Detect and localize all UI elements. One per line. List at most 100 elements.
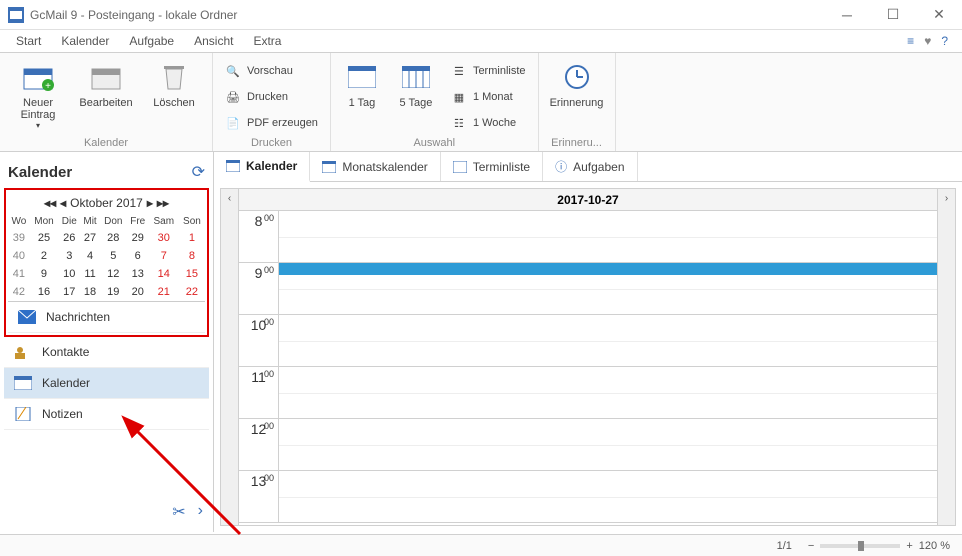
contacts-icon [14,345,32,359]
cal-day[interactable]: 25 [30,229,59,247]
cal-day[interactable]: 28 [100,229,127,247]
cal-day[interactable]: 8 [179,247,205,265]
svg-text:+: + [45,81,51,91]
mail-icon [18,310,36,324]
1day-button[interactable]: 1 Tag [337,57,387,133]
collapse-left-button[interactable]: ‹ [221,189,239,525]
title-bar: GcMail 9 - Posteingang - lokale Ordner ─… [0,0,962,30]
delete-button[interactable]: Löschen [142,57,206,133]
menu-ansicht[interactable]: Ansicht [186,32,241,50]
schedule-date-header: 2017-10-27 [239,189,937,211]
cal-day[interactable]: 17 [58,283,80,301]
hour-label: 800 [239,211,279,262]
cal-day[interactable]: 1 [179,229,205,247]
menu-extra[interactable]: Extra [245,32,289,50]
cal-day[interactable]: 42 [8,283,30,301]
cal-day[interactable]: 27 [80,229,100,247]
calendar-icon [14,376,32,390]
print-button[interactable]: 🖨Drucken [219,85,324,109]
month-label: Oktober 2017 [70,196,143,210]
maximize-button[interactable]: ☐ [870,0,916,30]
next-year-icon[interactable]: ▸▸ [157,196,169,210]
pdf-button[interactable]: 📄PDF erzeugen [219,111,324,135]
cal-day[interactable]: 13 [127,265,149,283]
schedule-view: ‹ 2017-10-27 8009001000110012001300 › [220,188,956,526]
menu-settings-icon[interactable]: ≡ [907,34,914,48]
cal-day[interactable]: 39 [8,229,30,247]
cal-day[interactable]: 29 [127,229,149,247]
new-entry-button[interactable]: + Neuer Eintrag ▾ [6,57,70,133]
tab-monatskalender[interactable]: Monatskalender [310,152,440,181]
annotation-box: ◂◂ ◂ Oktober 2017 ▸ ▸▸ WoMonDieMitDonFre… [4,188,209,337]
nav-kontakte[interactable]: Kontakte [4,337,209,368]
menu-aufgabe[interactable]: Aufgabe [121,32,182,50]
next-month-icon[interactable]: ▸ [147,196,153,210]
tab-kalender[interactable]: Kalender [214,152,310,182]
hour-label: 1300 [239,471,279,522]
minimize-button[interactable]: ─ [824,0,870,30]
cal-day[interactable]: 22 [179,283,205,301]
time-grid[interactable]: 8009001000110012001300 [239,211,937,525]
tab-row: Kalender Monatskalender Terminliste ⓘAuf… [214,152,962,182]
refresh-icon[interactable]: ⟳ [192,162,205,182]
1monat-button[interactable]: ▦1 Monat [445,85,532,109]
reminder-button[interactable]: Erinnerung [545,57,609,133]
hour-label: 1200 [239,419,279,470]
status-bar: 1/1 −+ 120 % [0,534,962,556]
menu-heart-icon[interactable]: ♥ [924,34,931,48]
cal-day[interactable]: 4 [80,247,100,265]
nav-kalender[interactable]: Kalender [4,368,209,399]
notes-icon [14,407,32,421]
appointment-block[interactable] [279,263,937,275]
cal-day[interactable]: 12 [100,265,127,283]
zoom-control[interactable]: −+ 120 % [808,540,950,552]
1woche-button[interactable]: ☷1 Woche [445,111,532,135]
cal-day[interactable]: 40 [8,247,30,265]
hour-label: 1000 [239,315,279,366]
mini-calendar[interactable]: ◂◂ ◂ Oktober 2017 ▸ ▸▸ WoMonDieMitDonFre… [8,192,205,301]
collapse-right-button[interactable]: › [937,189,955,525]
prev-month-icon[interactable]: ◂ [60,196,66,210]
cal-day[interactable]: 3 [58,247,80,265]
menu-bar: Start Kalender Aufgabe Ansicht Extra ≡ ♥… [0,30,962,52]
close-button[interactable]: ✕ [916,0,962,30]
cal-day[interactable]: 7 [149,247,179,265]
main-panel: Kalender Monatskalender Terminliste ⓘAuf… [214,152,962,532]
cal-day[interactable]: 16 [30,283,59,301]
tab-aufgaben[interactable]: ⓘAufgaben [543,152,637,181]
sidebar: Kalender ⟳ ◂◂ ◂ Oktober 2017 ▸ ▸▸ WoMonD… [0,152,214,532]
ribbon: + Neuer Eintrag ▾ Bearbeiten Löschen Kal… [0,52,962,152]
cal-day[interactable]: 10 [58,265,80,283]
expand-icon[interactable]: › [198,502,203,522]
zoom-value: 120 % [919,540,950,552]
window-title: GcMail 9 - Posteingang - lokale Ordner [30,8,824,22]
cal-day[interactable]: 41 [8,265,30,283]
cal-day[interactable]: 19 [100,283,127,301]
tab-terminliste[interactable]: Terminliste [441,152,543,181]
cal-day[interactable]: 30 [149,229,179,247]
cal-day[interactable]: 21 [149,283,179,301]
menu-kalender[interactable]: Kalender [53,32,117,50]
cal-day[interactable]: 18 [80,283,100,301]
menu-help-icon[interactable]: ? [941,34,948,48]
preview-button[interactable]: 🔍Vorschau [219,59,324,83]
terminliste-button[interactable]: ☰Terminliste [445,59,532,83]
cal-day[interactable]: 26 [58,229,80,247]
cal-day[interactable]: 14 [149,265,179,283]
tools-icon[interactable]: ✂ [172,502,185,522]
cal-day[interactable]: 20 [127,283,149,301]
menu-start[interactable]: Start [8,32,49,50]
hour-label: 1100 [239,367,279,418]
cal-day[interactable]: 6 [127,247,149,265]
nav-nachrichten[interactable]: Nachrichten [8,301,205,333]
hour-label: 900 [239,263,279,314]
cal-day[interactable]: 15 [179,265,205,283]
cal-day[interactable]: 9 [30,265,59,283]
cal-day[interactable]: 2 [30,247,59,265]
prev-year-icon[interactable]: ◂◂ [44,196,56,210]
cal-day[interactable]: 11 [80,265,100,283]
cal-day[interactable]: 5 [100,247,127,265]
5days-button[interactable]: 5 Tage [391,57,441,133]
nav-notizen[interactable]: Notizen [4,399,209,430]
edit-button[interactable]: Bearbeiten [74,57,138,133]
